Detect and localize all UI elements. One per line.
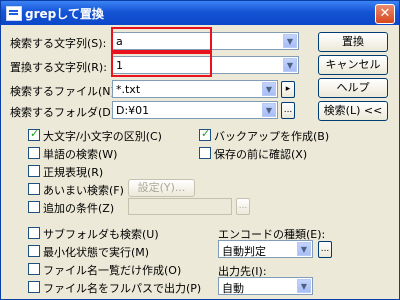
window-title: grepして置換 xyxy=(25,7,104,21)
app-icon xyxy=(6,6,22,21)
chevron-down-icon[interactable]: ▼ xyxy=(262,82,276,96)
encoding-browse-button[interactable]: ... xyxy=(318,241,332,258)
fuzzy-checkbox[interactable] xyxy=(28,183,40,195)
chevron-down-icon[interactable]: ▼ xyxy=(283,58,297,72)
highlight-replace xyxy=(111,52,212,77)
regex-label: 正規表現(R) xyxy=(43,166,104,179)
confirm-checkbox[interactable] xyxy=(199,147,211,159)
output-value: 自動 xyxy=(222,282,244,295)
subfolder-checkbox[interactable] xyxy=(28,227,40,239)
minimized-label: 最小化状態で実行(M) xyxy=(43,246,150,259)
chevron-down-icon[interactable]: ▼ xyxy=(262,103,276,117)
extra-condition-checkbox[interactable] xyxy=(28,201,40,213)
folder-browse-button[interactable]: ... xyxy=(281,102,295,119)
minimized-checkbox[interactable] xyxy=(28,245,40,257)
folder-value: D:¥01 xyxy=(116,104,150,117)
file-menu-button[interactable]: ▸ xyxy=(281,81,295,98)
regex-checkbox[interactable] xyxy=(28,165,40,177)
chevron-down-icon[interactable]: ▼ xyxy=(297,279,311,293)
word-label: 単語の検索(W) xyxy=(43,148,118,161)
fullpath-checkbox[interactable] xyxy=(28,281,40,293)
file-label: 検索するファイル(N): xyxy=(10,85,119,98)
chevron-down-icon[interactable]: ▼ xyxy=(297,242,311,256)
search-label: 検索する文字列(S): xyxy=(10,37,107,50)
close-button[interactable]: ✕ xyxy=(375,4,395,24)
fuzzy-label: あいまい検索(F) xyxy=(43,184,124,197)
extra-condition-field[interactable] xyxy=(128,198,232,215)
cancel-button[interactable]: キャンセル xyxy=(318,55,388,75)
fullpath-label: ファイル名をフルパスで出力(P) xyxy=(43,282,202,295)
file-value: *.txt xyxy=(116,83,141,96)
word-checkbox[interactable] xyxy=(28,147,40,159)
chevron-down-icon[interactable]: ▼ xyxy=(283,34,297,48)
filelist-label: ファイル名一覧だけ作成(O) xyxy=(43,264,182,277)
replace-button[interactable]: 置換 xyxy=(318,32,388,52)
case-label: 大文字/小文字の区別(C) xyxy=(43,130,162,143)
search-less-button[interactable]: 検索(L) << xyxy=(318,101,388,121)
folder-combo[interactable]: D:¥01 ▼ xyxy=(112,101,278,119)
case-checkbox[interactable] xyxy=(28,127,40,141)
help-button[interactable]: ヘルプ xyxy=(318,78,388,98)
backup-label: バックアップを作成(B) xyxy=(214,130,330,143)
replace-label: 置換する文字列(R): xyxy=(10,61,107,74)
extra-condition-label: 追加の条件(Z) xyxy=(43,202,115,215)
settings-button[interactable]: 設定(Y)... xyxy=(128,179,195,197)
confirm-label: 保存の前に確認(X) xyxy=(214,148,308,161)
filelist-checkbox[interactable] xyxy=(28,263,40,275)
extra-condition-browse[interactable]: ... xyxy=(236,198,250,215)
title-bar: grepして置換 ✕ xyxy=(1,1,399,25)
encoding-combo[interactable]: 自動判定 ▼ xyxy=(218,240,313,258)
grep-replace-dialog: grepして置換 ✕ 検索する文字列(S): a ▼ 置換する文字列(R): 1… xyxy=(0,0,400,300)
file-combo[interactable]: *.txt ▼ xyxy=(112,80,278,98)
subfolder-label: サブフォルダも検索(U) xyxy=(43,228,159,241)
highlight-search xyxy=(111,27,212,52)
folder-label: 検索するフォルダ(D): xyxy=(10,106,119,119)
backup-checkbox[interactable] xyxy=(199,127,211,141)
output-combo[interactable]: 自動 ▼ xyxy=(218,277,313,295)
encoding-value: 自動判定 xyxy=(222,245,266,258)
